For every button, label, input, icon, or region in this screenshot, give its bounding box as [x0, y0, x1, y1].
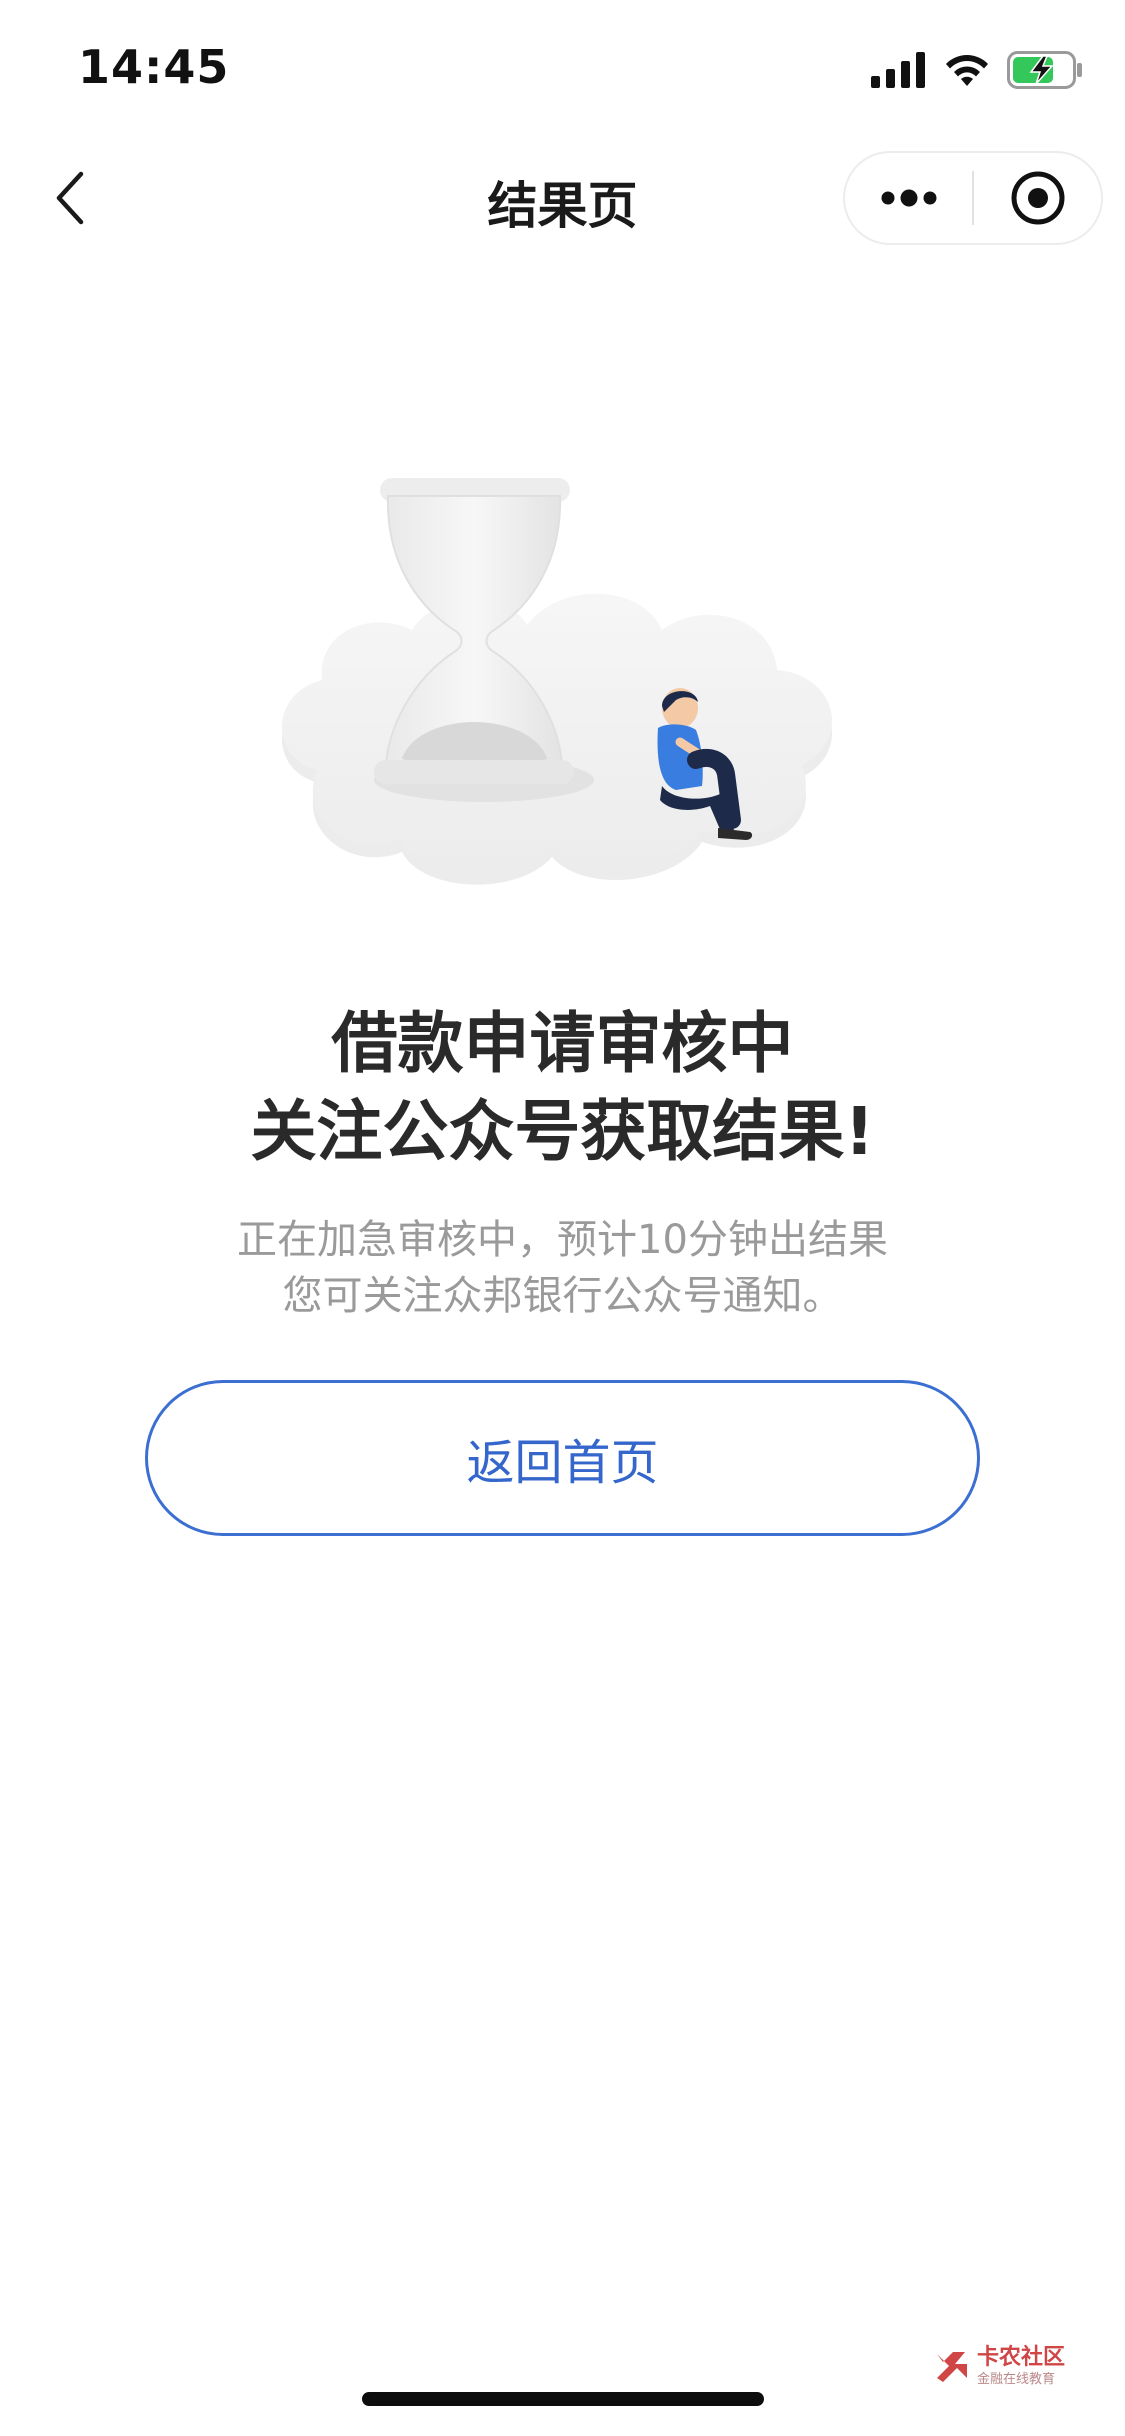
- more-button[interactable]: [845, 153, 972, 243]
- headline-line-1: 借款申请审核中: [331, 1005, 794, 1082]
- mini-program-capsule: [843, 151, 1103, 245]
- cellular-signal-icon: [871, 52, 925, 88]
- status-time: 14:45: [78, 40, 230, 94]
- close-mini-program-button[interactable]: [974, 153, 1101, 243]
- watermark-title: 卡农社区: [976, 2344, 1065, 2370]
- more-dots-icon: [881, 189, 936, 207]
- home-indicator: [362, 2392, 764, 2406]
- watermark-subtitle: 金融在线教育: [976, 2371, 1055, 2387]
- return-home-button[interactable]: 返回首页: [145, 1380, 980, 1536]
- result-headline: 借款申请审核中 关注公众号获取结果!: [0, 1000, 1125, 1176]
- nav-bar: 结果页: [0, 132, 1125, 264]
- status-icons: [871, 48, 1085, 92]
- description-line-2: 您可关注众邦银行公众号通知。: [282, 1273, 843, 1319]
- target-close-icon: [1011, 171, 1064, 225]
- watermark: 卡农社区 金融在线教育: [931, 2346, 1065, 2386]
- wifi-icon: [946, 55, 988, 86]
- result-description: 正在加急审核中，预计10分钟出结果 您可关注众邦银行公众号通知。: [0, 1212, 1125, 1324]
- headline-line-2: 关注公众号获取结果!: [250, 1093, 875, 1170]
- illustration-graphic: [282, 478, 833, 885]
- battery-charging-icon: [1007, 51, 1082, 89]
- chevron-left-icon: [56, 171, 84, 225]
- hourglass-waiting-illustration: [262, 440, 862, 920]
- back-button[interactable]: [40, 168, 100, 228]
- kanong-logo-icon: [936, 2352, 967, 2382]
- status-bar: 14:45: [0, 0, 1125, 132]
- description-line-1: 正在加急审核中，预计10分钟出结果: [237, 1217, 888, 1263]
- cloud-shape: [282, 593, 833, 873]
